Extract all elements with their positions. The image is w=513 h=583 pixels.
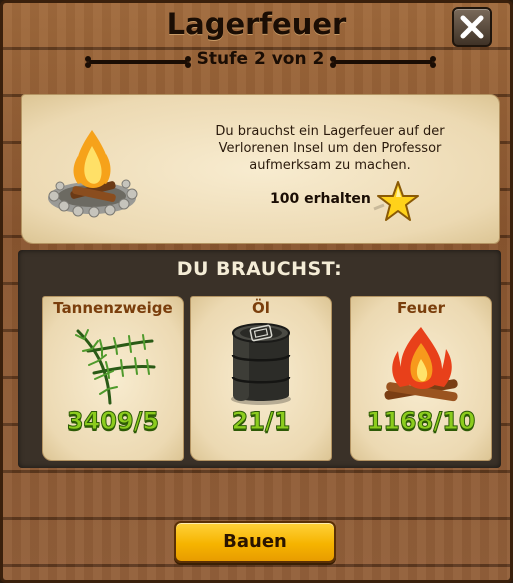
fire-icon <box>384 327 458 402</box>
requirement-name: Öl <box>252 299 270 317</box>
close-icon <box>460 15 484 39</box>
quest-description: Du brauchst ein Lagerfeuer auf der Verlo… <box>215 124 445 173</box>
subtitle-row: Stufe 2 von 2 <box>83 49 438 75</box>
campfire-icon <box>48 130 138 218</box>
reward-label: 100 erhalten <box>270 191 371 207</box>
dialog-title: Lagerfeuer <box>166 7 347 41</box>
requirement-count: 3409/5 <box>66 407 160 436</box>
star-icon <box>373 181 419 221</box>
requirement-card-feuer[interactable]: Feuer 1168/10 <box>350 296 492 461</box>
requirements-header: DU BRAUCHST: <box>176 258 343 280</box>
requirement-card-tannenzweige[interactable]: Tannenzweige 3409/5 <box>42 296 184 461</box>
quest-description-panel: Du brauchst ein Lagerfeuer auf der Verlo… <box>21 94 500 244</box>
close-button[interactable] <box>452 7 492 47</box>
requirement-card-oel[interactable]: Öl 21/1 <box>190 296 332 461</box>
fir-branch-icon <box>75 329 156 405</box>
requirement-count: 21/1 <box>231 407 291 436</box>
build-button[interactable]: Bauen <box>174 521 336 563</box>
quest-dialog: Lagerfeuer Stufe 2 von 2 Du brauchst ein… <box>0 0 513 583</box>
oil-barrel-icon <box>231 323 291 405</box>
bone-divider-right-icon <box>330 56 436 68</box>
requirement-name: Feuer <box>396 299 446 317</box>
requirement-count: 1168/10 <box>366 407 476 436</box>
requirement-name: Tannenzweige <box>53 299 173 317</box>
